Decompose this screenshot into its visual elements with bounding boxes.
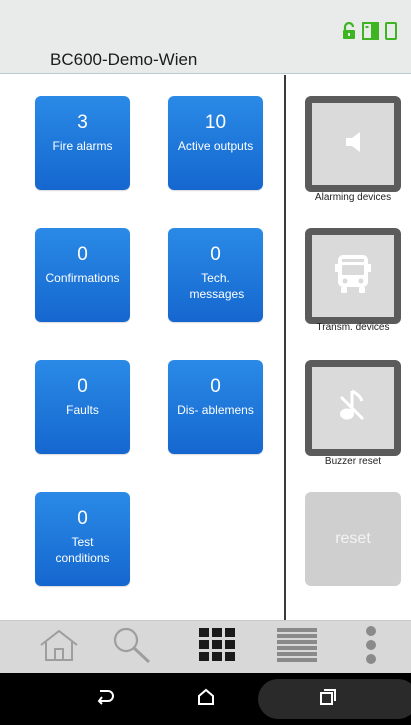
tile-test-conditions[interactable]: 0 Test conditions (35, 492, 130, 586)
tile-value: 0 (210, 244, 221, 265)
tile-label: Dis- ablemens (177, 403, 254, 417)
tile-label: Confirmations (45, 271, 120, 285)
buzzer-mute-icon (336, 387, 370, 430)
alarming-devices-button[interactable] (305, 96, 401, 192)
home-icon (37, 627, 81, 668)
tile-label: Test conditions (55, 535, 110, 565)
home-icon (197, 688, 215, 711)
speaker-icon (338, 127, 368, 162)
reset-button[interactable]: reset (305, 492, 401, 586)
side-button-face (312, 103, 394, 185)
app-header: BC600-Demo-Wien (0, 0, 411, 74)
unlock-icon (342, 21, 356, 45)
tile-value: 0 (77, 244, 88, 265)
nav-home[interactable] (18, 621, 100, 674)
tile-value: 10 (204, 112, 227, 133)
nav-list[interactable] (256, 621, 338, 674)
tile-tech-messages[interactable]: 0 Tech. messages (168, 228, 263, 322)
tile-value: 0 (77, 376, 88, 397)
system-back-button[interactable] (75, 673, 135, 725)
recents-icon (319, 688, 337, 711)
tile-label: Fire alarms (52, 139, 113, 153)
vertical-divider (284, 75, 286, 620)
tile-disablements[interactable]: 0 Dis- ablemens (168, 360, 263, 454)
tile-value: 0 (77, 508, 88, 529)
system-home-button[interactable] (176, 673, 236, 725)
tile-label: Faults (66, 403, 99, 417)
system-recents-button[interactable] (298, 673, 358, 725)
side-button-face (312, 367, 394, 449)
bottom-nav (0, 620, 411, 673)
nav-search[interactable] (92, 621, 174, 674)
reset-label: reset (335, 530, 371, 547)
more-icon (363, 625, 379, 670)
side-caption: Transm. devices (316, 322, 390, 333)
side-button-face (312, 235, 394, 317)
nav-grid[interactable] (176, 621, 258, 674)
panel-icon (362, 22, 379, 45)
system-nav-bar (0, 673, 411, 725)
buzzer-reset-button[interactable] (305, 360, 401, 456)
status-icons (342, 21, 397, 45)
page-title: BC600-Demo-Wien (50, 50, 198, 69)
side-caption: Buzzer reset (324, 456, 382, 467)
nav-more[interactable] (330, 621, 411, 674)
bus-icon (333, 252, 373, 301)
tile-confirmations[interactable]: 0 Confirmations (35, 228, 130, 322)
tile-active-outputs[interactable]: 10 Active outputs (168, 96, 263, 190)
tile-fire-alarms[interactable]: 3 Fire alarms (35, 96, 130, 190)
back-icon (95, 688, 115, 711)
tile-faults[interactable]: 0 Faults (35, 360, 130, 454)
tile-value: 0 (210, 376, 221, 397)
tile-label: Tech. messages (189, 271, 245, 301)
list-icon (277, 628, 317, 667)
search-icon (111, 625, 155, 670)
tile-value: 3 (77, 112, 88, 133)
device-icon (385, 22, 397, 45)
transm-devices-button[interactable] (305, 228, 401, 324)
side-caption: Alarming devices (314, 192, 392, 203)
grid-icon (199, 628, 235, 667)
tile-label: Active outputs (177, 139, 254, 153)
